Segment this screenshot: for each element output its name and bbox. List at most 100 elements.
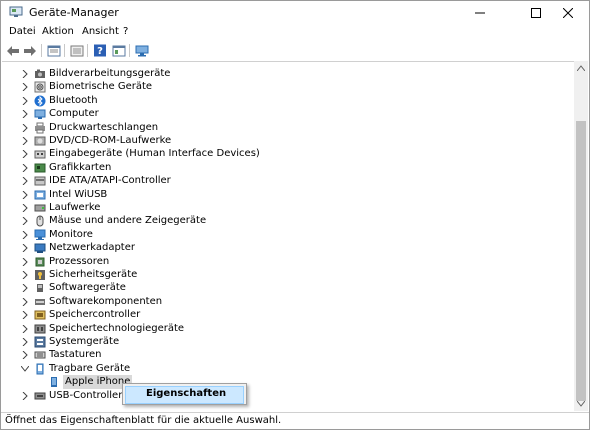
tree-category[interactable]: Prozessoren xyxy=(2,255,562,269)
menu-ansicht[interactable]: Ansicht xyxy=(82,26,119,37)
chevron-right-icon[interactable] xyxy=(20,163,30,173)
vertical-scrollbar[interactable] xyxy=(574,61,588,411)
tree-category[interactable]: Laufwerke xyxy=(2,201,562,215)
tree-category[interactable]: Eingabegeräte (Human Interface Devices) xyxy=(2,147,562,161)
chevron-right-icon[interactable] xyxy=(20,216,30,226)
bluetooth-icon xyxy=(34,95,46,107)
status-bar: Öffnet das Eigenschaftenblatt für die ak… xyxy=(1,412,589,429)
title-bar[interactable]: Geräte-Manager xyxy=(1,1,589,25)
tree-item-label: Prozessoren xyxy=(49,255,110,267)
chevron-right-icon[interactable] xyxy=(20,270,30,280)
show-hidden-button[interactable] xyxy=(69,43,85,58)
chevron-right-icon[interactable] xyxy=(20,136,30,146)
scan-hardware-button[interactable] xyxy=(134,43,150,58)
minimize-button[interactable] xyxy=(459,1,501,25)
scroll-down-icon[interactable] xyxy=(577,401,585,407)
scroll-up-icon[interactable] xyxy=(577,65,585,71)
chevron-right-icon[interactable] xyxy=(20,149,30,159)
forward-button[interactable] xyxy=(22,43,38,58)
chevron-right-icon[interactable] xyxy=(20,69,30,79)
tree-category[interactable]: Softwarekomponenten xyxy=(2,295,562,309)
properties-icon xyxy=(47,45,61,56)
chevron-right-icon[interactable] xyxy=(20,337,30,347)
context-menu-properties[interactable]: Eigenschaften xyxy=(125,386,244,404)
chevron-right-icon[interactable] xyxy=(20,123,30,133)
chevron-right-icon[interactable] xyxy=(20,283,30,293)
tree-child-item[interactable]: Apple iPhone xyxy=(2,375,562,390)
device-manager-window: Geräte-Manager Datei Aktion Ansicht ? ? … xyxy=(0,0,590,430)
tree-category[interactable]: Druckwarteschlangen xyxy=(2,121,562,135)
tree-item-label: Biometrische Geräte xyxy=(49,81,153,93)
phone-icon xyxy=(48,376,60,388)
tree-category[interactable]: Monitore xyxy=(2,228,562,242)
keyboard-icon xyxy=(34,349,46,361)
tree-category[interactable]: Bluetooth xyxy=(2,94,562,108)
tree-category[interactable]: Bildverarbeitungsgeräte xyxy=(2,67,562,81)
tree-item-label: Sicherheitsgeräte xyxy=(49,269,138,280)
tree-category[interactable]: Softwaregeräte xyxy=(2,281,562,295)
tree-category[interactable]: Tastaturen xyxy=(2,348,562,362)
tree-item-label: Softwarekomponenten xyxy=(49,295,163,307)
tree-category[interactable]: Grafikkarten xyxy=(2,161,562,175)
chevron-right-icon[interactable] xyxy=(20,176,30,186)
gpu-icon xyxy=(34,162,46,174)
usb-icon xyxy=(34,390,46,402)
chevron-right-icon[interactable] xyxy=(20,230,30,240)
tree-category[interactable]: Systemgeräte xyxy=(2,335,562,349)
window-title: Geräte-Manager xyxy=(29,6,119,19)
tree-category[interactable]: Computer xyxy=(2,107,562,121)
chevron-right-icon[interactable] xyxy=(20,243,30,253)
chevron-right-icon[interactable] xyxy=(20,350,30,360)
tree-category[interactable]: Tragbare Geräte xyxy=(2,362,562,376)
menu-aktion[interactable]: Aktion xyxy=(42,26,74,37)
tree-category[interactable]: Mäuse und andere Zeigegeräte xyxy=(2,214,562,228)
tree-item-label: Druckwarteschlangen xyxy=(49,121,159,133)
tree-item-label: DVD/CD-ROM-Laufwerke xyxy=(49,135,172,146)
back-icon xyxy=(7,45,19,56)
tree-category[interactable]: Biometrische Geräte xyxy=(2,80,562,94)
chevron-right-icon[interactable] xyxy=(20,324,30,334)
close-icon xyxy=(563,8,573,18)
chevron-right-icon[interactable] xyxy=(20,109,30,119)
tree-item-label: Softwaregeräte xyxy=(49,282,126,294)
menu-bar: Datei Aktion Ansicht ? xyxy=(1,25,589,41)
tree-item-label: Monitore xyxy=(49,228,93,240)
tree-category[interactable]: USB-Controller xyxy=(2,389,562,403)
drive-icon xyxy=(34,202,46,214)
chevron-right-icon[interactable] xyxy=(20,82,30,92)
tree-category[interactable]: IDE ATA/ATAPI-Controller xyxy=(2,174,562,188)
storage-tech-icon xyxy=(34,323,46,335)
context-menu: Eigenschaften xyxy=(122,383,247,405)
help-button[interactable]: ? xyxy=(92,43,108,58)
chevron-down-icon[interactable] xyxy=(20,364,30,374)
tree-category[interactable]: Speichercontroller xyxy=(2,308,562,322)
toolbar-separator xyxy=(87,44,88,57)
chevron-right-icon[interactable] xyxy=(20,190,30,200)
chevron-right-icon[interactable] xyxy=(20,391,30,401)
storage-controller-icon xyxy=(34,309,46,321)
scrollbar-thumb[interactable] xyxy=(576,121,586,401)
help-icon: ? xyxy=(94,44,106,57)
properties-button[interactable] xyxy=(46,43,62,58)
chevron-right-icon[interactable] xyxy=(20,297,30,307)
maximize-icon xyxy=(531,8,541,18)
chevron-right-icon[interactable] xyxy=(20,310,30,320)
tree-category[interactable]: Intel WiUSB xyxy=(2,188,562,202)
context-menu-label: Eigenschaften xyxy=(146,388,227,399)
tree-category[interactable]: Speichertechnologiegeräte xyxy=(2,322,562,336)
menu-datei[interactable]: Datei xyxy=(9,26,36,37)
device-tree[interactable]: Bildverarbeitungsgeräte Biometrische Gerä… xyxy=(2,61,574,412)
close-button[interactable] xyxy=(547,1,589,25)
back-button[interactable] xyxy=(5,43,21,58)
chevron-right-icon[interactable] xyxy=(20,257,30,267)
view-button[interactable] xyxy=(111,43,127,58)
tree-item-label: Tastaturen xyxy=(49,349,102,361)
software-device-icon xyxy=(34,282,46,294)
tree-category[interactable]: Netzwerkadapter xyxy=(2,241,562,255)
chevron-right-icon[interactable] xyxy=(20,203,30,213)
status-text: Öffnet das Eigenschaftenblatt für die ak… xyxy=(5,415,282,426)
tree-category[interactable]: DVD/CD-ROM-Laufwerke xyxy=(2,134,562,148)
menu-help[interactable]: ? xyxy=(123,26,128,37)
chevron-right-icon[interactable] xyxy=(20,96,30,106)
tree-category[interactable]: Sicherheitsgeräte xyxy=(2,268,562,282)
